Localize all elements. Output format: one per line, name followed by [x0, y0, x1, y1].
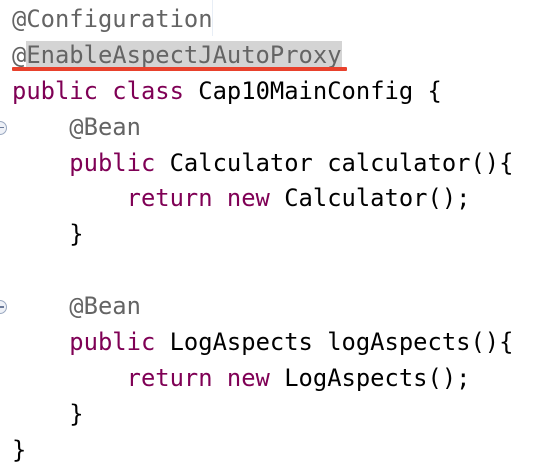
red-underline-annotation	[12, 67, 347, 71]
code-token: Calculator calculator(){	[169, 148, 514, 177]
code-token: }	[12, 435, 27, 464]
code-token: EnableAspectJAutoProxy	[26, 40, 342, 69]
code-line[interactable]: @Configuration	[12, 2, 513, 38]
code-line[interactable]: return new LogAspects();	[12, 361, 513, 397]
code-token: return new	[12, 184, 285, 213]
code-line[interactable]: }	[12, 397, 513, 433]
code-editor[interactable]: @Configuration @EnableAspectJAutoProxy pub…	[0, 2, 513, 469]
code-line[interactable]: @Bean	[0, 289, 513, 325]
code-token: public	[12, 328, 170, 357]
code-token: public class	[12, 76, 199, 105]
code-line[interactable]	[12, 253, 513, 289]
code-token: @Bean	[12, 112, 141, 141]
code-token: Calculator();	[284, 184, 471, 213]
code-token: @Bean	[12, 292, 141, 321]
fold-collapse-icon[interactable]	[0, 300, 7, 315]
code-line[interactable]: public class Cap10MainConfig {	[12, 74, 513, 110]
code-token: }	[12, 220, 84, 249]
code-line[interactable]: }	[12, 433, 513, 469]
code-token: @	[12, 40, 27, 69]
code-line[interactable]: public Calculator calculator(){	[12, 146, 513, 182]
code-token: }	[12, 399, 84, 428]
code-line[interactable]: @Bean	[0, 110, 513, 146]
code-token: @Configuration	[12, 5, 213, 33]
code-token: return new	[12, 363, 285, 392]
code-token: LogAspects();	[284, 363, 471, 392]
code-token: Cap10MainConfig {	[198, 76, 442, 105]
code-line[interactable]: public LogAspects logAspects(){	[12, 325, 513, 361]
code-token: public	[12, 148, 170, 177]
code-token: LogAspects logAspects(){	[169, 328, 514, 357]
code-line[interactable]: return new Calculator();	[12, 181, 513, 217]
fold-collapse-icon[interactable]	[0, 120, 7, 135]
code-line[interactable]: }	[12, 217, 513, 253]
